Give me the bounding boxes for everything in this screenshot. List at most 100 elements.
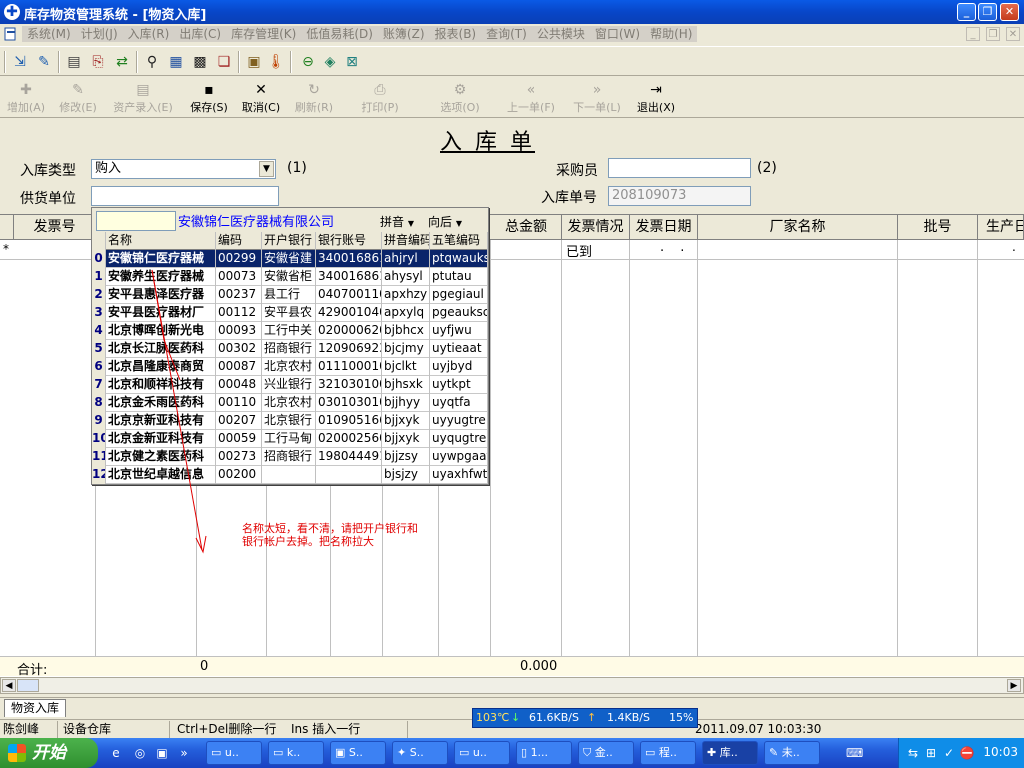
task-shield[interactable]: ⛉ 金..	[578, 741, 634, 765]
add-button[interactable]: ✚ 增加(A)	[4, 81, 48, 115]
task-app-s2[interactable]: ✦ S..	[392, 741, 448, 765]
lookup-cell-wubi: uyfjwu	[430, 322, 488, 340]
calc-icon[interactable]: ⊠	[342, 52, 362, 72]
login-icon[interactable]: ⇲	[10, 52, 30, 72]
task-folder-1[interactable]: ▭ u..	[206, 741, 262, 765]
search-icon[interactable]: ⚲	[142, 52, 162, 72]
print-button[interactable]: ⎙ 打印(P)	[356, 81, 404, 115]
lookup-header-row[interactable]: 名称 编码 开户银行 银行账号 拼音编码 五笔编码	[92, 232, 488, 250]
bag-icon[interactable]: ▣	[244, 52, 264, 72]
app-quicklaunch-icon[interactable]: ▣	[154, 745, 170, 761]
stop-icon[interactable]: ⊖	[298, 52, 318, 72]
scroll-left-icon[interactable]: ◀	[2, 679, 16, 692]
keyboard-icon[interactable]: ⌨	[846, 745, 863, 761]
form-icon[interactable]: ▦	[166, 52, 186, 72]
task-folder-4[interactable]: ▭ 程..	[640, 741, 696, 765]
menu-outbound[interactable]: 出库(C)	[174, 26, 226, 42]
grid-icon[interactable]: ▩	[190, 52, 210, 72]
production-date-cell[interactable]: .	[1012, 240, 1016, 254]
lookup-cell-bank	[262, 466, 316, 484]
ie-icon[interactable]: e	[108, 745, 124, 761]
asset-entry-button[interactable]: ▤ 资产录入(E)	[108, 81, 178, 115]
col-invoice-status[interactable]: 发票情况	[562, 215, 630, 240]
menu-window[interactable]: 窗口(W)	[590, 26, 645, 42]
docno-input[interactable]: 208109073	[608, 186, 751, 206]
document-icon	[4, 27, 18, 41]
menu-plan[interactable]: 计划(J)	[76, 26, 123, 42]
mdi-close-button[interactable]: ✕	[1006, 27, 1020, 41]
menu-inventory[interactable]: 库存管理(K)	[226, 26, 301, 42]
task-inventory-app[interactable]: ✚ 库..	[702, 741, 758, 765]
shield-icon: ⛉	[583, 746, 592, 759]
task-folder-3[interactable]: ▭ u..	[454, 741, 510, 765]
lookup-mode-dropdown[interactable]: 拼音 ▼	[380, 213, 414, 230]
menu-query[interactable]: 查询(T)	[481, 26, 532, 42]
lookup-cell-account: 429001040	[316, 304, 382, 322]
col-production-date[interactable]: 生产日	[978, 215, 1024, 240]
book-icon[interactable]: ◈	[320, 52, 340, 72]
inbound-type-select[interactable]: 购入 ▼	[91, 159, 276, 179]
col-invoice-date[interactable]: 发票日期	[630, 215, 698, 240]
supplier-input[interactable]	[91, 186, 279, 206]
col-manufacturer[interactable]: 厂家名称	[698, 215, 898, 240]
task-doc[interactable]: ▯ 1...	[516, 741, 572, 765]
chevron-down-icon[interactable]: ▼	[259, 161, 274, 177]
start-button[interactable]: 开始	[0, 738, 98, 768]
refresh-button[interactable]: ↻ 刷新(R)	[290, 81, 338, 115]
menu-help[interactable]: 帮助(H)	[645, 26, 697, 42]
scroll-right-icon[interactable]: ▶	[1007, 679, 1021, 692]
next-button[interactable]: » 下一单(L)	[568, 81, 626, 115]
thermometer-icon[interactable]: 🌡	[266, 52, 286, 72]
lookup-cell-pinyin: bjcjmy	[382, 340, 430, 358]
col-batch-no[interactable]: 批号	[898, 215, 978, 240]
menu-system[interactable]: 系统(M)	[22, 26, 76, 42]
export-icon[interactable]: ⎘	[88, 52, 108, 72]
horizontal-scrollbar[interactable]: ◀ ▶	[0, 677, 1024, 694]
invoice-status-cell[interactable]: 已到	[566, 241, 592, 260]
task-folder-2[interactable]: ▭ k..	[268, 741, 324, 765]
more-icon[interactable]: »	[176, 745, 192, 761]
col-total-amount[interactable]: 总金额	[491, 215, 562, 240]
grid-corner	[0, 215, 14, 240]
lookup-direction-dropdown[interactable]: 向后 ▼	[428, 213, 462, 230]
copy-icon[interactable]: ❏	[214, 52, 234, 72]
save-button[interactable]: ▪ 保存(S)	[186, 81, 232, 115]
mdi-minimize-button[interactable]: _	[966, 27, 980, 41]
cancel-icon: ✕	[255, 82, 267, 98]
status-hint-delete: Ctrl+Del删除一行	[177, 722, 277, 736]
col-invoice-no[interactable]: 发票号	[14, 215, 96, 240]
lookup-cell-wubi: uyjbyd	[430, 358, 488, 376]
minimize-button[interactable]: _	[957, 3, 976, 21]
sheet-icon[interactable]: ▤	[64, 52, 84, 72]
prev-button[interactable]: «上一单(F)	[502, 81, 560, 115]
transfer-icon[interactable]: ⇄	[112, 52, 132, 72]
doc-icon: ▯	[521, 746, 528, 759]
invoice-date-cell[interactable]: . .	[660, 240, 690, 255]
icon-toolbar: ⇲ ✎ ▤ ⎘ ⇄ ⚲ ▦ ▩ ❏ ▣ 🌡 ⊖ ◈ ⊠	[0, 46, 1024, 76]
menu-common[interactable]: 公共模块	[532, 26, 590, 42]
network-icon[interactable]: ⇆	[905, 745, 921, 761]
input-method-icon[interactable]: ⊞	[923, 745, 939, 761]
restore-button[interactable]: ❐	[978, 3, 997, 21]
edit-button[interactable]: ✎ 修改(E)	[56, 81, 100, 115]
shield-tray-icon[interactable]: ✓	[941, 745, 957, 761]
lookup-search-input[interactable]	[96, 211, 176, 231]
close-button[interactable]: ✕	[1000, 3, 1019, 21]
check-doc-icon[interactable]: ✎	[34, 52, 54, 72]
task-app-s1[interactable]: ▣ S..	[330, 741, 386, 765]
app-icon: ▣	[335, 746, 346, 759]
no-entry-icon[interactable]: ⛔	[959, 745, 975, 761]
task-untitled[interactable]: ✎ 未..	[764, 741, 820, 765]
scroll-thumb[interactable]	[17, 679, 39, 692]
menu-consumables[interactable]: 低值易耗(D)	[301, 26, 378, 42]
menu-ledger[interactable]: 账簿(Z)	[378, 26, 430, 42]
menu-inbound[interactable]: 入库(R)	[123, 26, 175, 42]
browser-icon[interactable]: ◎	[132, 745, 148, 761]
menu-report[interactable]: 报表(B)	[430, 26, 482, 42]
mdi-restore-button[interactable]: ❐	[986, 27, 1000, 41]
buyer-input[interactable]	[608, 158, 751, 178]
exit-button[interactable]: ⇥ 退出(X)	[632, 81, 680, 115]
options-button[interactable]: ⚙ 选项(O)	[436, 81, 484, 115]
cancel-button[interactable]: ✕ 取消(C)	[238, 81, 284, 115]
tab-inbound[interactable]: 物资入库	[4, 699, 67, 717]
